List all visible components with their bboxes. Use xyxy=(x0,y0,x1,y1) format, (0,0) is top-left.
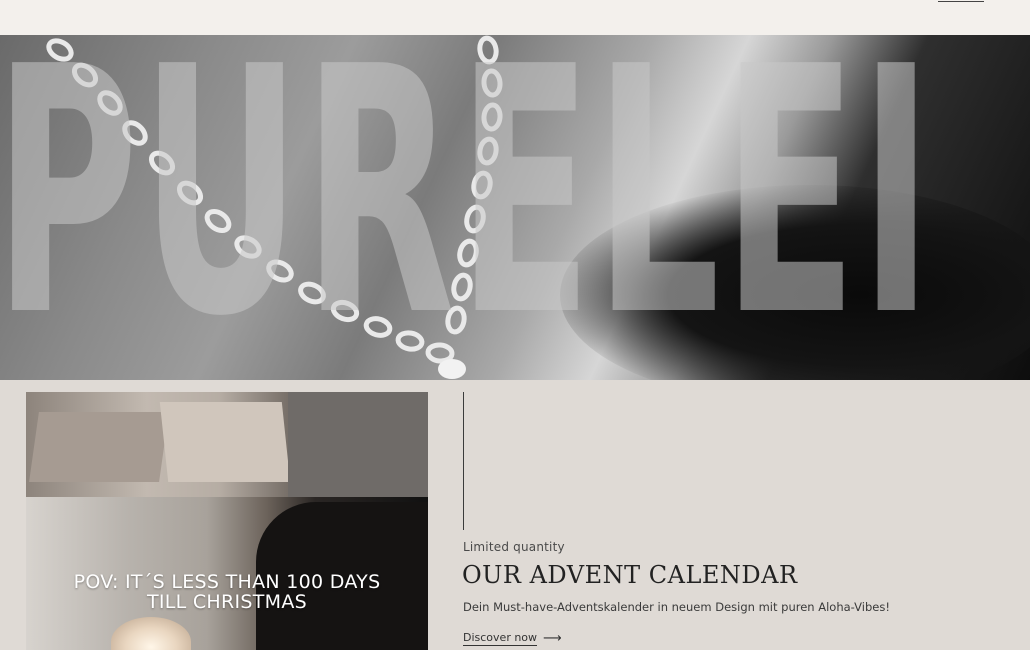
discover-now-label: Discover now xyxy=(463,631,538,646)
promo-description: Dein Must-have-Adventskalender in neuem … xyxy=(463,600,890,614)
hero-brand-text: PURELEI xyxy=(0,35,936,380)
video-caption: POV: IT´S LESS THAN 100 DAYS TILL CHRIST… xyxy=(26,572,428,612)
advent-video[interactable]: POV: IT´S LESS THAN 100 DAYS TILL CHRIST… xyxy=(26,392,428,650)
video-upper-frame xyxy=(26,392,428,497)
arrow-right-icon: ⟶ xyxy=(543,631,562,646)
promo-eyebrow: Limited quantity xyxy=(463,540,565,554)
promo-title: OUR ADVENT CALENDAR xyxy=(462,561,798,589)
promo-vertical-divider xyxy=(463,392,464,530)
video-box-shape xyxy=(288,392,428,497)
top-bar xyxy=(0,0,1030,35)
hero-banner[interactable]: PURELEI xyxy=(0,35,1030,380)
video-box-shape xyxy=(29,412,169,482)
video-caption-line1: POV: IT´S LESS THAN 100 DAYS xyxy=(73,571,381,593)
video-box-shape xyxy=(159,402,291,482)
discover-now-link[interactable]: Discover now ⟶ xyxy=(463,631,562,646)
video-caption-line2: TILL CHRISTMAS xyxy=(146,591,308,613)
nav-active-underline xyxy=(938,1,984,2)
